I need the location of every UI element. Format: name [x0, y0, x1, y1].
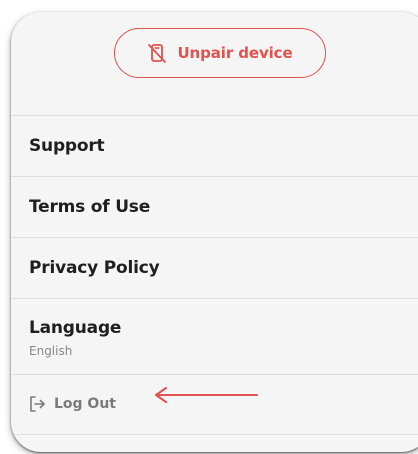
unpair-device-label: Unpair device	[177, 44, 293, 62]
unpair-device-button[interactable]: Unpair device	[114, 28, 326, 78]
menu-item-terms-label: Terms of Use	[29, 197, 151, 217]
logout-section: Log Out	[11, 375, 418, 435]
menu-item-language[interactable]: Language English	[11, 299, 418, 375]
menu-item-support-label: Support	[29, 136, 105, 156]
menu-item-privacy-policy[interactable]: Privacy Policy	[11, 238, 418, 299]
menu-item-terms-of-use[interactable]: Terms of Use	[11, 177, 418, 238]
language-current-value: English	[29, 344, 73, 358]
menu-item-support[interactable]: Support	[11, 116, 418, 177]
logout-button[interactable]: Log Out	[28, 395, 116, 413]
menu-item-privacy-label: Privacy Policy	[29, 258, 160, 278]
logout-icon	[28, 395, 46, 413]
menu-item-language-label: Language	[29, 318, 122, 338]
phone-off-icon	[147, 42, 167, 64]
arrow-left-icon	[155, 387, 258, 403]
logout-label: Log Out	[54, 396, 116, 412]
unpair-section: Unpair device	[11, 12, 418, 116]
